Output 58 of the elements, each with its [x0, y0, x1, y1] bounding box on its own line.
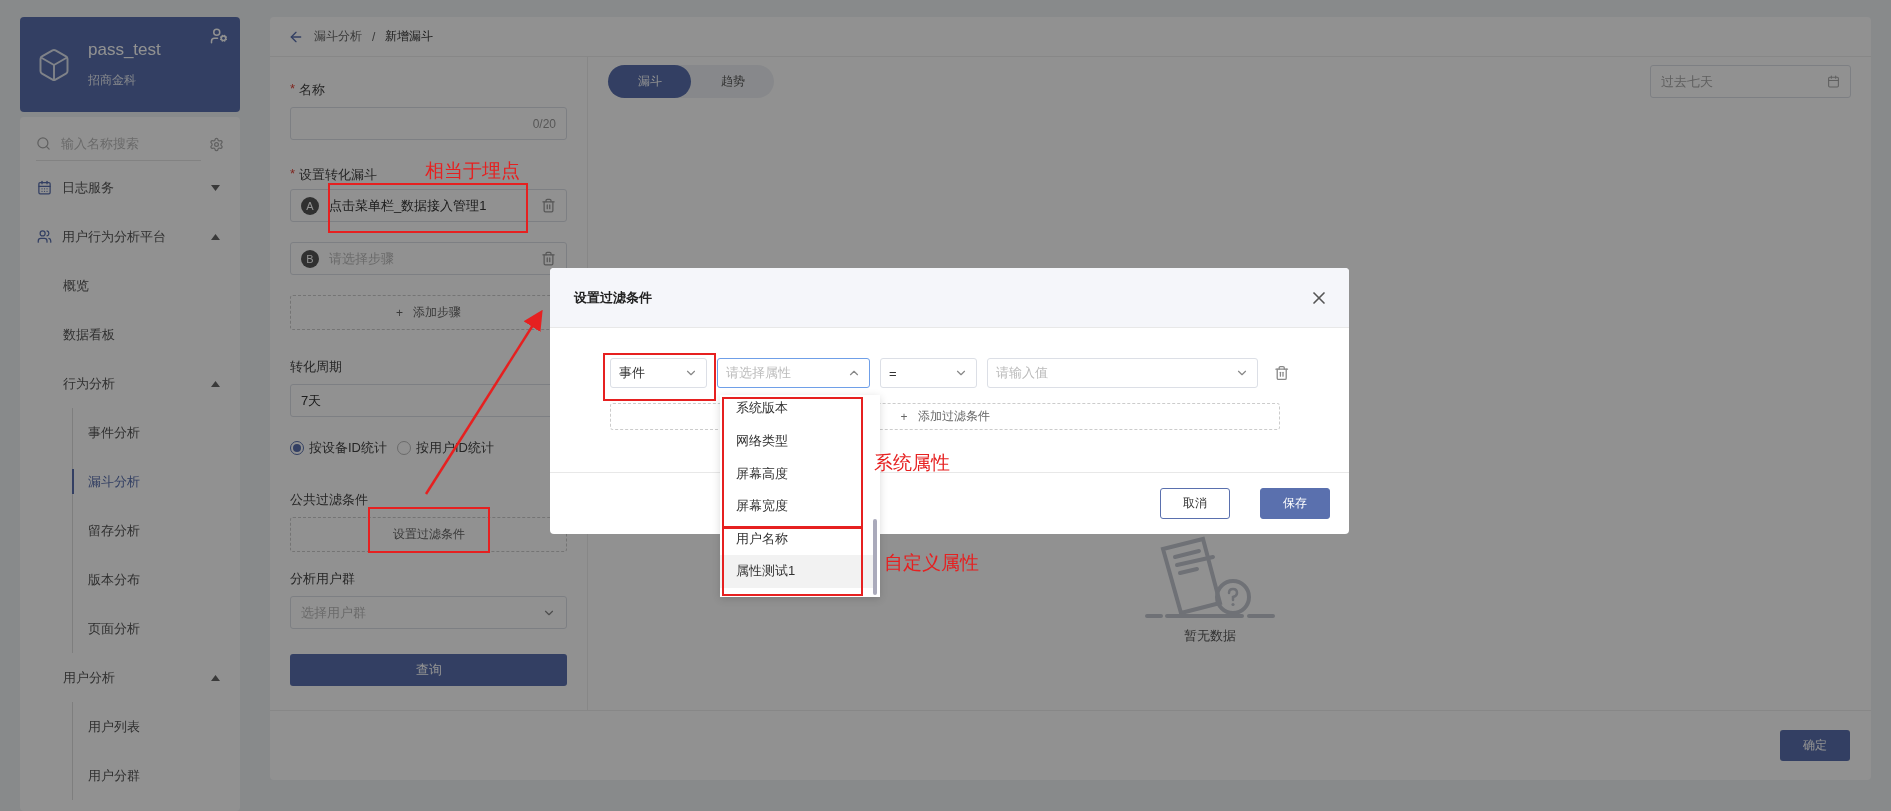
annotation-label: 自定义属性	[884, 551, 979, 575]
scope-select[interactable]: 事件	[610, 358, 708, 388]
breadcrumb-separator: /	[372, 29, 376, 44]
required-mark: *	[290, 81, 296, 98]
step-field[interactable]: A 点击菜单栏_数据接入管理1	[290, 189, 567, 222]
org-subtitle: 招商金科	[88, 72, 137, 89]
users-icon	[37, 229, 52, 244]
field-label: 名称	[299, 81, 326, 99]
confirm-button[interactable]: 确定	[1780, 730, 1850, 761]
radio-option[interactable]: 按设备ID统计	[290, 439, 387, 457]
dropdown-option[interactable]: 系统版本	[720, 395, 873, 425]
dropdown-option[interactable]: 属性测试1	[720, 555, 873, 588]
view-tab[interactable]: 趋势	[691, 65, 774, 98]
menu-item[interactable]: 行为分析	[20, 359, 240, 408]
field-label: 转化周期	[290, 358, 343, 376]
char-counter: 0/20	[532, 116, 556, 131]
breadcrumb-link[interactable]: 漏斗分析	[314, 28, 362, 45]
operator-select[interactable]: =	[880, 358, 978, 388]
menu-item[interactable]: 数据看板	[20, 310, 240, 359]
field-label: 公共过滤条件	[290, 491, 369, 509]
menu-item[interactable]: 漏斗分析	[73, 457, 240, 506]
step-value: 点击菜单栏_数据接入管理1	[329, 196, 488, 215]
dialog-title: 设置过滤条件	[574, 288, 652, 307]
menu-item[interactable]: 留存分析	[73, 506, 240, 555]
org-name: pass_test	[88, 40, 161, 60]
calendar-icon	[1827, 75, 1840, 88]
search-icon	[36, 136, 51, 151]
required-mark: *	[290, 166, 296, 183]
cancel-button[interactable]: 取消	[1160, 488, 1230, 519]
menu-item[interactable]: 用户分群	[73, 751, 240, 800]
scrollbar[interactable]	[873, 519, 877, 595]
empty-text: 暂无数据	[1183, 627, 1236, 645]
menu-item[interactable]: 版本分布	[73, 555, 240, 604]
field-label: 分析用户群	[290, 570, 356, 588]
user-settings-icon[interactable]	[210, 27, 228, 45]
menu-item[interactable]: 事件分析	[73, 408, 240, 457]
field-label: 设置转化漏斗	[299, 166, 378, 184]
delete-icon[interactable]	[541, 198, 556, 213]
menu-item[interactable]: 页面分析	[73, 604, 240, 653]
save-button[interactable]: 保存	[1260, 488, 1330, 519]
settings-icon[interactable]	[209, 136, 224, 152]
step-badge: B	[301, 249, 319, 268]
annotation-label: 系统属性	[874, 451, 950, 475]
menu-item[interactable]: 用户行为分析平台	[20, 212, 240, 261]
calendar-icon	[37, 180, 52, 195]
delete-icon[interactable]	[541, 251, 556, 266]
breadcrumb-current: 新增漏斗	[385, 28, 434, 45]
menu-item[interactable]: 概览	[20, 261, 240, 310]
view-tab[interactable]: 漏斗	[608, 65, 691, 98]
name-field[interactable]: 0/20	[290, 107, 567, 140]
annotation-label: 相当于埋点	[425, 159, 520, 183]
step-badge: A	[301, 196, 319, 215]
delete-icon[interactable]	[1273, 365, 1289, 381]
menu-item[interactable]: 日志服务	[20, 163, 240, 212]
query-button[interactable]: 查询	[290, 654, 567, 686]
menu-item[interactable]: 用户分析	[20, 653, 240, 702]
menu-item[interactable]: 用户列表	[73, 702, 240, 751]
set-filter-button[interactable]: 设置过滤条件	[290, 517, 567, 552]
